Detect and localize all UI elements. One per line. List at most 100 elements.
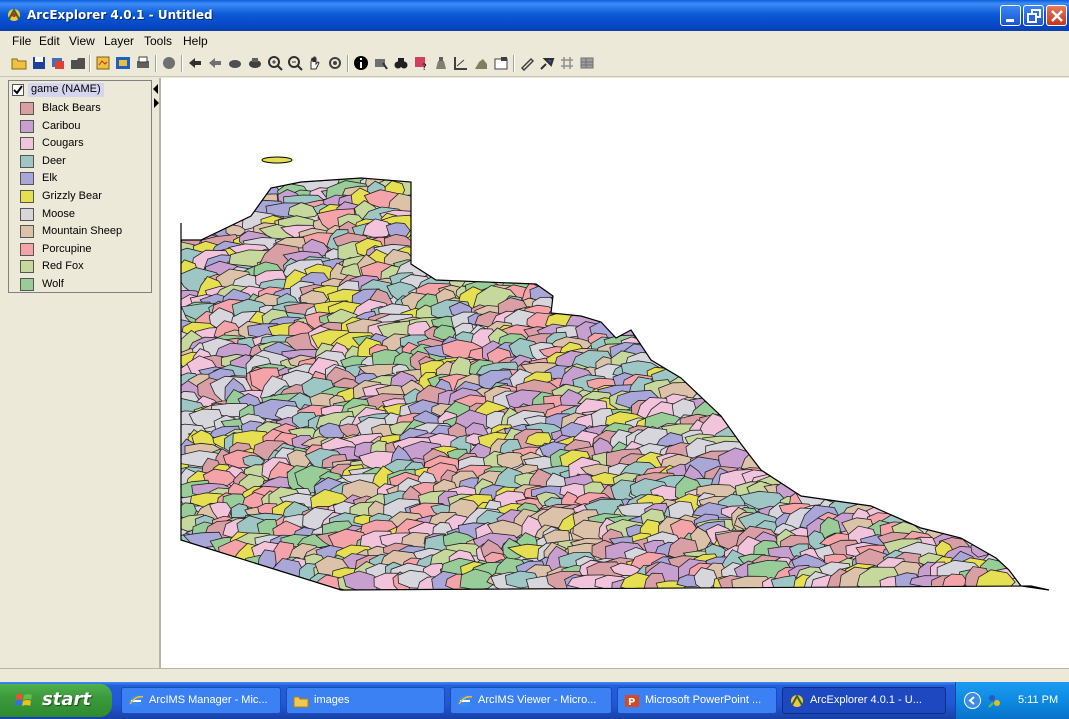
- zoom-out-icon[interactable]: [287, 55, 303, 71]
- folder-icon: [293, 696, 309, 708]
- menu-view[interactable]: View: [69, 34, 95, 48]
- legend-swatch: [20, 190, 34, 203]
- zoom-full-icon[interactable]: [227, 55, 243, 71]
- catalog-icon[interactable]: [95, 55, 111, 71]
- restore-button[interactable]: [1023, 5, 1044, 26]
- grid-icon[interactable]: [559, 55, 575, 71]
- close-button[interactable]: [1046, 5, 1067, 26]
- legend-label: Caribou: [42, 119, 81, 132]
- restore-icon: [1027, 9, 1041, 23]
- pan-icon[interactable]: [307, 55, 323, 71]
- table-icon[interactable]: [579, 55, 595, 71]
- legend-swatch: [20, 154, 34, 168]
- zoom-in-icon[interactable]: [267, 55, 283, 71]
- start-button[interactable]: start: [0, 684, 112, 717]
- legend-label: Moose: [42, 207, 76, 220]
- menu-layer[interactable]: Layer: [104, 34, 134, 48]
- taskbar-button-label: ArcIMS Viewer - Micro...: [478, 694, 597, 706]
- zoom-layer-icon[interactable]: [247, 55, 263, 71]
- legend-swatch: [20, 242, 34, 256]
- toolbar-separator: [513, 55, 515, 72]
- properties-icon[interactable]: [115, 55, 131, 71]
- menu-file[interactable]: File: [12, 34, 31, 48]
- window-title: ArcExplorer 4.0.1 - Untitled: [27, 8, 213, 22]
- hyperlink-icon[interactable]: [539, 55, 555, 71]
- show-hidden-icons-icon[interactable]: [964, 692, 981, 709]
- legend-swatch: [20, 278, 34, 291]
- svg-text:?: ?: [422, 63, 427, 71]
- toolbar-separator: [89, 55, 91, 72]
- save-icon[interactable]: [31, 55, 47, 71]
- legend-swatch: [20, 207, 34, 221]
- legend-panel: game (NAME) Black Bears Caribou Cougars Dee…: [0, 78, 161, 668]
- legend-label: Porcupine: [42, 242, 92, 255]
- menu-help[interactable]: Help: [183, 34, 208, 48]
- network-icon[interactable]: [986, 692, 1003, 709]
- taskbar-button[interactable]: images: [286, 687, 445, 714]
- print-icon[interactable]: [135, 55, 151, 71]
- toolbar-separator: [181, 55, 183, 72]
- taskbar-button[interactable]: ArcExplorer 4.0.1 - U...: [782, 687, 946, 714]
- legend-label: Red Fox: [42, 260, 84, 273]
- select-icon[interactable]: [373, 55, 389, 71]
- status-bar: [0, 668, 1069, 682]
- map-regions[interactable]: [164, 169, 1049, 600]
- menu-tools[interactable]: Tools: [144, 34, 172, 48]
- open-folder-icon[interactable]: [70, 55, 86, 71]
- legend-label: Grizzly Bear: [42, 190, 102, 202]
- powerpoint-icon: P: [625, 695, 639, 708]
- arcexplorer-window: ArcExplorer 4.0.1 - Untitled File Edit V…: [0, 0, 1069, 719]
- start-label: start: [42, 689, 91, 710]
- arcexplorer-icon: [791, 693, 803, 707]
- find-icon[interactable]: [393, 55, 409, 71]
- menu-bar: File Edit View Layer Tools Help: [0, 31, 1069, 51]
- toolbar-separator: [347, 55, 349, 72]
- add-layer-icon[interactable]: [50, 55, 66, 71]
- menu-edit[interactable]: Edit: [39, 34, 60, 48]
- taskbar-button-label: ArcExplorer 4.0.1 - U...: [810, 694, 922, 706]
- system-tray: 5:11 PM: [955, 682, 1069, 719]
- minimize-button[interactable]: [1000, 5, 1021, 26]
- map-view[interactable]: [161, 78, 1069, 668]
- previous-extent-icon[interactable]: [207, 55, 223, 71]
- ie-icon: [129, 695, 144, 707]
- clock: 5:11 PM: [1018, 694, 1059, 706]
- clear-icon[interactable]: [519, 55, 535, 71]
- legend-swatch: [20, 119, 34, 133]
- legend-label: Cougars: [42, 137, 84, 150]
- taskbar-button[interactable]: ArcIMS Viewer - Micro...: [450, 687, 612, 714]
- taskbar-button[interactable]: P Microsoft PowerPoint ...: [617, 687, 777, 714]
- legend-box: game (NAME) Black Bears Caribou Cougars Dee…: [8, 80, 152, 293]
- taskbar-button-label: Microsoft PowerPoint ...: [645, 694, 762, 706]
- panel-splitter-arrows[interactable]: [152, 82, 160, 112]
- legend-swatch: [20, 225, 34, 239]
- game-map[interactable]: [161, 78, 1069, 668]
- svg-text:P: P: [628, 697, 635, 708]
- locate-icon[interactable]: [433, 55, 449, 71]
- identify-icon[interactable]: [353, 55, 369, 71]
- back-extent-icon[interactable]: [187, 55, 203, 71]
- island-region[interactable]: [261, 156, 293, 164]
- legend-label: Deer: [42, 154, 66, 167]
- toolbar: ?: [0, 51, 1069, 77]
- minimize-icon: [1006, 19, 1014, 22]
- layer-name[interactable]: game (NAME): [28, 83, 104, 97]
- taskbar: start ArcIMS Manager - Mic... images ArcIM…: [0, 682, 1069, 719]
- windows-logo-icon: [15, 694, 32, 706]
- taskbar-button-label: images: [314, 694, 350, 706]
- buffer-icon[interactable]: [473, 55, 489, 71]
- stop-icon[interactable]: [161, 55, 177, 71]
- refresh-icon[interactable]: [327, 55, 343, 71]
- legend-label: Black Bears: [42, 102, 101, 114]
- query-icon[interactable]: ?: [413, 55, 429, 71]
- open-icon[interactable]: [11, 55, 27, 71]
- close-icon: [1051, 10, 1063, 22]
- legend-swatch: [20, 102, 34, 115]
- layer-properties-icon[interactable]: [493, 55, 509, 71]
- arcexplorer-icon: [8, 7, 20, 21]
- title-bar[interactable]: ArcExplorer 4.0.1 - Untitled: [0, 0, 1069, 31]
- layer-visibility-checkbox[interactable]: [12, 84, 24, 96]
- measure-icon[interactable]: [453, 55, 469, 71]
- toolbar-separator: [155, 55, 157, 72]
- taskbar-button[interactable]: ArcIMS Manager - Mic...: [121, 687, 281, 714]
